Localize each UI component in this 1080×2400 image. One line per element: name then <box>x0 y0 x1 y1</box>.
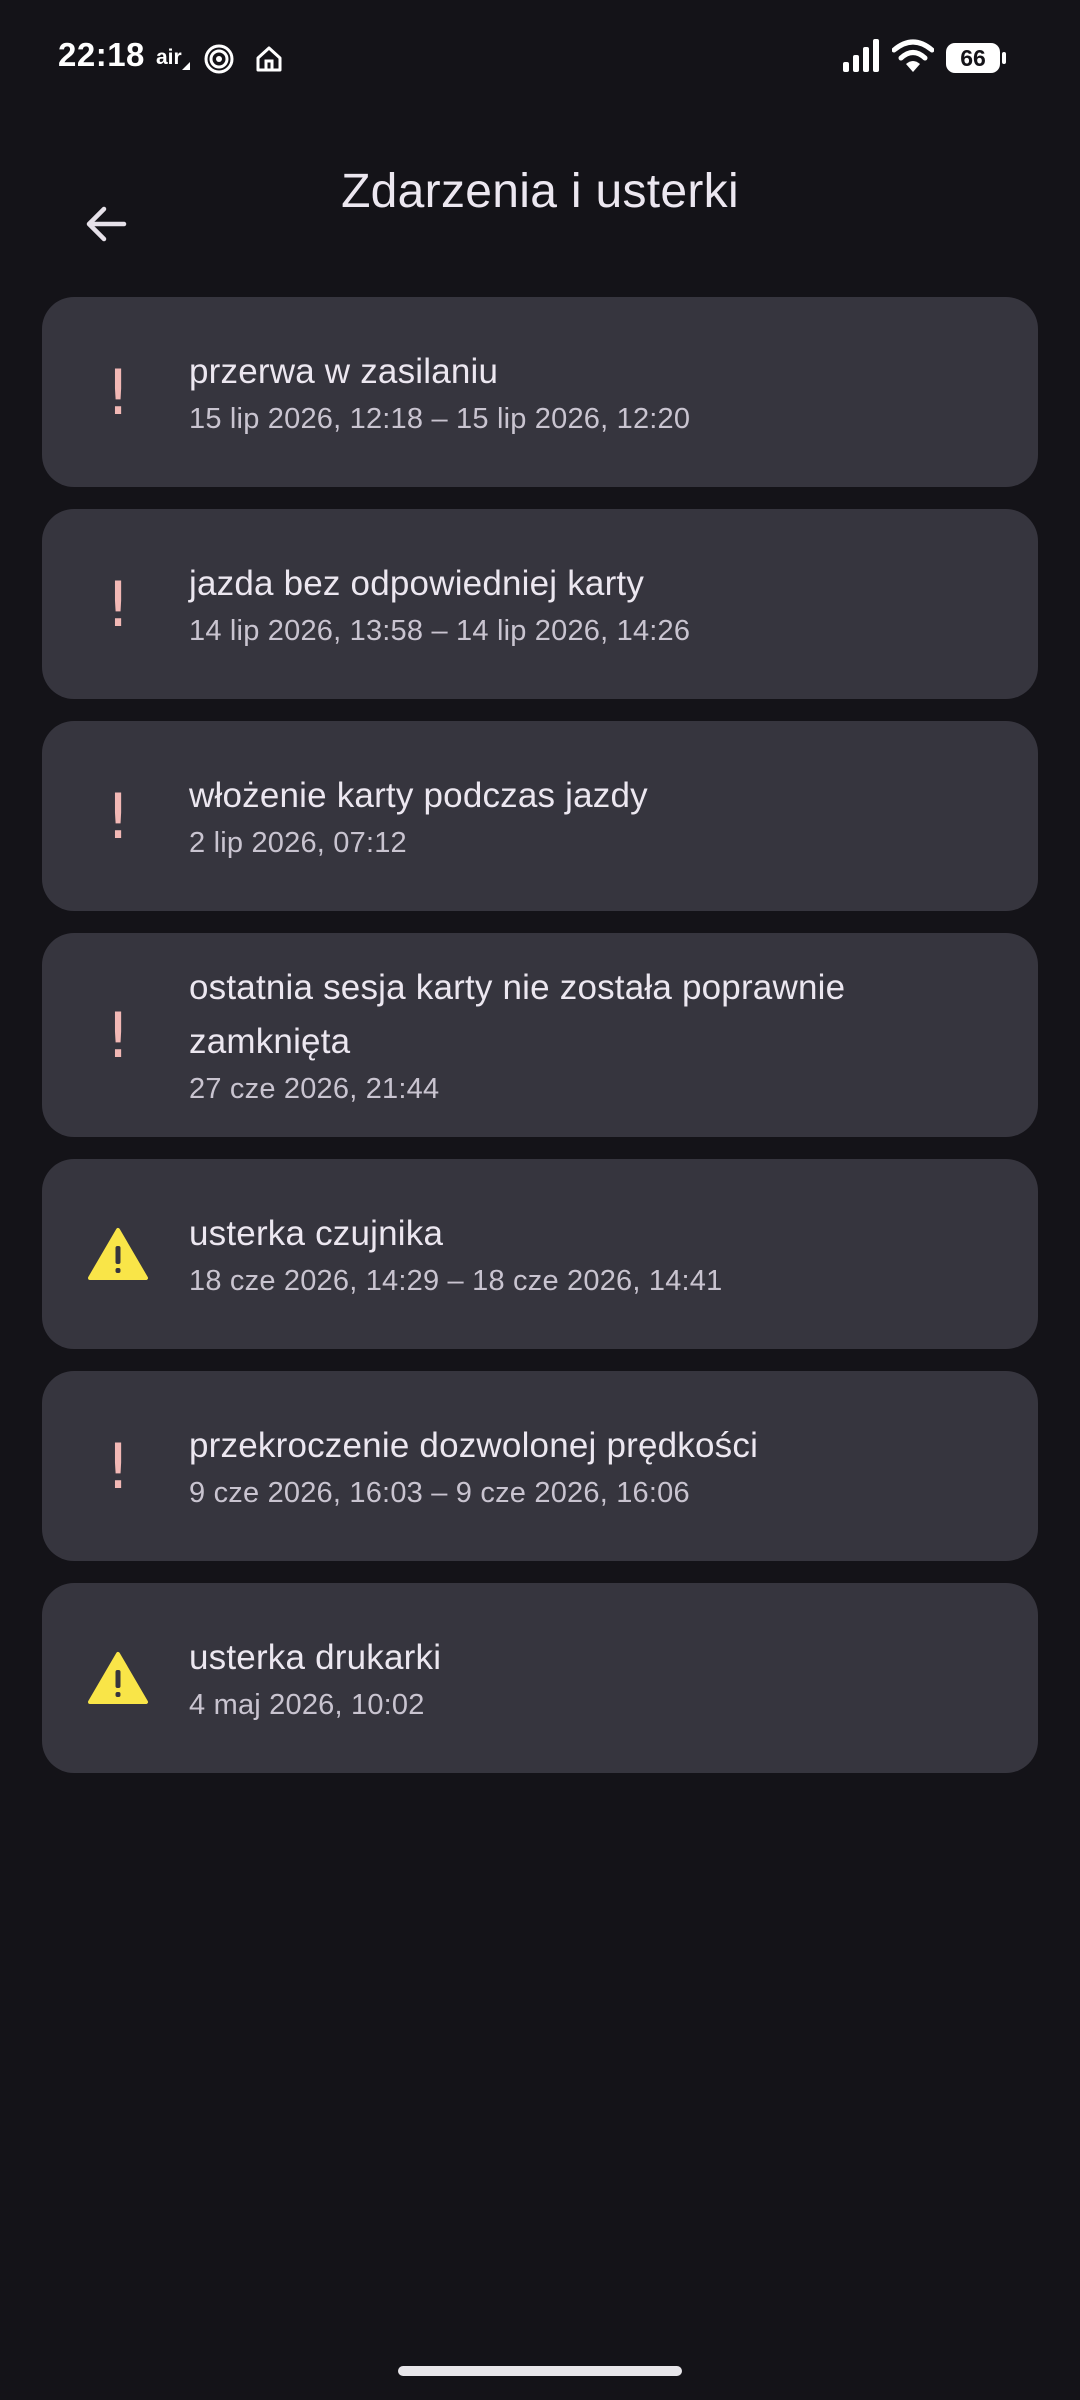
event-time: 4 maj 2026, 10:02 <box>189 1689 425 1721</box>
event-title: włożenie karty podczas jazdy <box>189 776 648 815</box>
battery-icon: 66 <box>945 42 1007 79</box>
event-time: 27 cze 2026, 21:44 <box>189 1073 440 1105</box>
event-list: ! przerwa w zasilaniu 15 lip 2026, 12:18… <box>42 297 1038 1795</box>
wifi-icon <box>891 38 935 79</box>
screen: 22:18 air 66 Zdarzenia i usterki ! przer… <box>0 0 1080 2400</box>
event-title: przerwa w zasilaniu <box>189 352 499 391</box>
event-title: jazda bez odpowiedniej karty <box>189 564 645 603</box>
event-time: 9 cze 2026, 16:03 – 9 cze 2026, 16:06 <box>189 1477 690 1509</box>
gesture-navigation-bar[interactable] <box>398 2366 682 2376</box>
event-item[interactable]: ! przekroczenie dozwolonej prędkości 9 c… <box>42 1371 1038 1561</box>
warning-triangle-icon <box>82 1218 154 1290</box>
battery-level: 66 <box>960 45 986 71</box>
page-title: Zdarzenia i usterki <box>341 165 739 218</box>
event-item[interactable]: usterka czujnika 18 cze 2026, 14:29 – 18… <box>42 1159 1038 1349</box>
hotspot-icon <box>203 43 235 75</box>
event-title: ostatnia sesja karty nie została poprawn… <box>189 968 846 1061</box>
event-time: 2 lip 2026, 07:12 <box>189 827 407 859</box>
home-icon <box>253 43 285 75</box>
event-title: przekroczenie dozwolonej prędkości <box>189 1426 759 1465</box>
status-bar: 22:18 air 66 <box>0 0 1080 120</box>
event-item[interactable]: ! przerwa w zasilaniu 15 lip 2026, 12:18… <box>42 297 1038 487</box>
signal-icon <box>842 38 882 79</box>
exclamation-icon: ! <box>105 779 131 853</box>
exclamation-icon: ! <box>105 1429 131 1503</box>
warning-triangle-icon <box>82 1642 154 1714</box>
event-item[interactable]: ! włożenie karty podczas jazdy 2 lip 202… <box>42 721 1038 911</box>
event-time: 18 cze 2026, 14:29 – 18 cze 2026, 14:41 <box>189 1265 723 1297</box>
exclamation-icon: ! <box>105 355 131 429</box>
event-time: 15 lip 2026, 12:18 – 15 lip 2026, 12:20 <box>189 403 691 435</box>
event-title: usterka czujnika <box>189 1214 444 1253</box>
exclamation-icon: ! <box>105 998 131 1072</box>
status-time: 22:18 <box>58 36 145 73</box>
event-title: usterka drukarki <box>189 1638 442 1677</box>
event-time: 14 lip 2026, 13:58 – 14 lip 2026, 14:26 <box>189 615 691 647</box>
event-item[interactable]: ! jazda bez odpowiedniej karty 14 lip 20… <box>42 509 1038 699</box>
air-indicator: air <box>156 46 190 70</box>
event-item[interactable]: usterka drukarki 4 maj 2026, 10:02 <box>42 1583 1038 1773</box>
event-item[interactable]: ! ostatnia sesja karty nie została popra… <box>42 933 1038 1137</box>
app-bar: Zdarzenia i usterki <box>0 140 1080 300</box>
exclamation-icon: ! <box>105 567 131 641</box>
